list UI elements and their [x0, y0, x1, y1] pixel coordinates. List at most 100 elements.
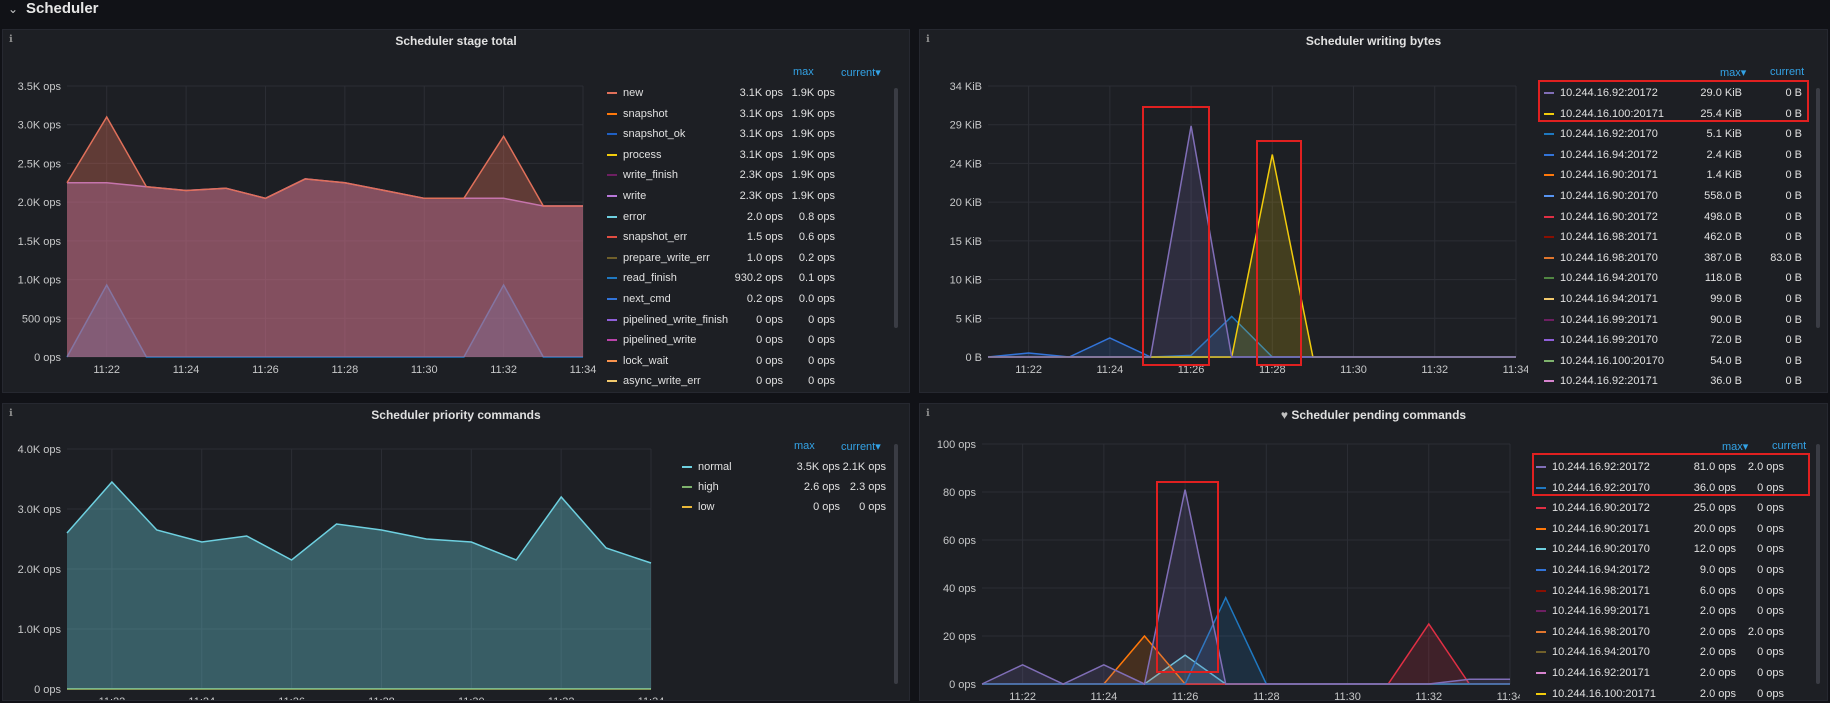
legend-scrollbar[interactable]: [894, 444, 898, 684]
legend-current-header[interactable]: current▾: [841, 440, 881, 453]
legend-item[interactable]: 10.244.16.92:20170 5.1 KiB 0 B: [1540, 125, 1825, 143]
x-tick-label: 11:22: [1015, 364, 1042, 376]
legend-item[interactable]: 10.244.16.98:20171 462.0 B0 B: [1540, 228, 1825, 246]
row-header[interactable]: ⌄ Scheduler: [0, 0, 1830, 22]
legend-series-name: 10.244.16.94:20170: [1560, 272, 1658, 285]
plot-area[interactable]: 4.0K ops 3.0K ops 2.0K ops 1.0K ops 0 ops 11:…: [3, 424, 668, 701]
legend-max-header[interactable]: max▾: [1720, 66, 1746, 79]
legend-item[interactable]: read_finish 930.2 ops 0.1 ops: [603, 269, 893, 287]
y-tick-label: 60 ops: [943, 535, 977, 547]
legend-current-value: 0 B: [1785, 87, 1802, 99]
x-tick-label: 11:32: [548, 696, 575, 701]
legend-series-name: high: [698, 481, 719, 493]
legend-item[interactable]: snapshot 3.1K ops 1.9K ops: [603, 105, 893, 123]
legend-scrollbar[interactable]: [1816, 444, 1820, 684]
legend-swatch: [1544, 339, 1554, 342]
legend-item[interactable]: 10.244.16.92:20172 29.0 KiB 0 B: [1540, 84, 1825, 102]
legend-item[interactable]: 10.244.16.100:20170 54.0 B0 B: [1540, 352, 1825, 370]
legend-current-value: 0 B: [1785, 272, 1802, 285]
legend-item[interactable]: 10.244.16.90:20170 12.0 ops 0 ops: [1532, 540, 1822, 558]
legend-item[interactable]: 10.244.16.90:20170 558.0 B0 B: [1540, 187, 1825, 205]
heart-icon: ♥: [1280, 408, 1289, 422]
legend-swatch: [607, 256, 617, 259]
legend-item[interactable]: 10.244.16.99:20171 2.0 ops 0 ops: [1532, 602, 1822, 620]
legend-item[interactable]: process 3.1K ops 1.9K ops: [603, 146, 893, 164]
legend-item[interactable]: next_cmd 0.2 ops 0.0 ops: [603, 290, 893, 308]
legend-max-header[interactable]: max: [794, 440, 815, 452]
y-tick-label: 0 ops: [34, 684, 61, 696]
legend-max-header[interactable]: max: [793, 66, 814, 78]
legend-swatch: [607, 277, 617, 280]
panel-scheduler-priority-commands[interactable]: ℹ Scheduler priority commands 4.0K ops 3.…: [2, 403, 910, 701]
plot-area[interactable]: 3.5K ops 3.0K ops 2.5K ops 2.0K ops 1.5K ops…: [3, 52, 603, 387]
legend-item[interactable]: 10.244.16.94:20170 2.0 ops 0 ops: [1532, 643, 1822, 661]
legend-item[interactable]: 10.244.16.94:20170 118.0 B0 B: [1540, 269, 1825, 287]
legend-item[interactable]: 10.244.16.100:20171 25.4 KiB 0 B: [1540, 105, 1825, 123]
legend-item[interactable]: 10.244.16.100:20171 2.0 ops 0 ops: [1532, 685, 1822, 700]
legend-series-name: 10.244.16.99:20170: [1560, 334, 1658, 347]
legend-item[interactable]: write_finish 2.3K ops 1.9K ops: [603, 166, 893, 184]
legend-series-name: prepare_write_err: [623, 251, 710, 264]
legend-item[interactable]: 10.244.16.92:20171 2.0 ops 0 ops: [1532, 664, 1822, 682]
legend-item[interactable]: write 2.3K ops 1.9K ops: [603, 187, 893, 205]
legend-series-name: 10.244.16.98:20170: [1552, 625, 1650, 638]
legend-item[interactable]: 10.244.16.92:20172 81.0 ops 2.0 ops: [1532, 458, 1822, 476]
legend-item[interactable]: 10.244.16.94:20172 2.4 KiB 0 B: [1540, 146, 1825, 164]
x-tick-label: 11:24: [173, 364, 200, 376]
legend-item[interactable]: 10.244.16.90:20171 20.0 ops 0 ops: [1532, 520, 1822, 538]
plot-area[interactable]: 100 ops 80 ops 60 ops 40 ops 20 ops 0 ops 11:2…: [920, 424, 1520, 701]
legend-item[interactable]: prepare_write_err 1.0 ops 0.2 ops: [603, 249, 893, 267]
plot-area[interactable]: 34 KiB 29 KiB 24 KiB 20 KiB 15 KiB 10 KiB 5 Ki…: [920, 52, 1528, 387]
x-tick-label: 11:22: [1009, 691, 1036, 701]
legend-scrollbar[interactable]: [894, 88, 898, 328]
panel-title[interactable]: Scheduler writing bytes: [920, 34, 1827, 48]
legend-current-value: 0 B: [1785, 293, 1802, 305]
legend-swatch: [607, 318, 617, 321]
chevron-down-icon[interactable]: ⌄: [8, 2, 18, 16]
legend-current-header[interactable]: current: [1772, 440, 1806, 452]
legend-item[interactable]: async_write_err 0 ops 0 ops: [603, 372, 893, 390]
panel-title[interactable]: Scheduler priority commands: [3, 408, 909, 422]
x-tick-label: 11:34: [1503, 364, 1528, 376]
panel-title[interactable]: ♥ Scheduler pending commands: [920, 408, 1827, 422]
x-tick-label: 11:28: [1253, 691, 1280, 701]
legend-current-header[interactable]: current: [1770, 66, 1804, 78]
y-tick-label: 3.0K ops: [18, 120, 62, 132]
y-tick-label: 2.0K ops: [18, 197, 62, 209]
legend-item[interactable]: normal 3.5K ops 2.1K ops: [678, 458, 893, 476]
legend-item[interactable]: 10.244.16.90:20171 1.4 KiB 0 B: [1540, 166, 1825, 184]
legend-item[interactable]: new 3.1K ops 1.9K ops: [603, 84, 893, 102]
legend-item[interactable]: snapshot_ok 3.1K ops 1.9K ops: [603, 125, 893, 143]
legend-swatch: [607, 133, 617, 136]
legend-item[interactable]: 10.244.16.92:20170 36.0 ops 0 ops: [1532, 479, 1822, 497]
legend-item[interactable]: 10.244.16.98:20170 2.0 ops 2.0 ops: [1532, 623, 1822, 641]
legend-current-value: 1.9K ops: [791, 169, 835, 182]
legend-item[interactable]: 10.244.16.92:20171 36.0 B0 B: [1540, 372, 1825, 390]
legend-series-name: snapshot_err: [623, 231, 688, 244]
legend-item[interactable]: 10.244.16.90:20172 25.0 ops 0 ops: [1532, 499, 1822, 517]
legend-item[interactable]: snapshot_err 1.5 ops 0.6 ops: [603, 228, 893, 246]
legend-item[interactable]: 10.244.16.90:20172 498.0 B0 B: [1540, 208, 1825, 226]
legend-item[interactable]: 10.244.16.99:20171 90.0 B0 B: [1540, 311, 1825, 329]
legend-item[interactable]: pipelined_write_finish 0 ops 0 ops: [603, 311, 893, 329]
legend-max-header[interactable]: max▾: [1722, 440, 1748, 453]
legend-current-header[interactable]: current▾: [841, 66, 881, 79]
legend-item[interactable]: high 2.6 ops 2.3 ops: [678, 478, 893, 496]
legend-item[interactable]: pipelined_write 0 ops 0 ops: [603, 331, 893, 349]
legend-item[interactable]: 10.244.16.98:20171 6.0 ops 0 ops: [1532, 582, 1822, 600]
legend-item[interactable]: error 2.0 ops 0.8 ops: [603, 208, 893, 226]
legend-item[interactable]: 10.244.16.94:20172 9.0 ops 0 ops: [1532, 561, 1822, 579]
panel-title[interactable]: Scheduler stage total: [3, 34, 909, 48]
legend-item[interactable]: 10.244.16.98:20170 387.0 B 83.0 B: [1540, 249, 1825, 267]
legend-swatch: [1544, 298, 1554, 300]
legend-scrollbar[interactable]: [1816, 88, 1820, 328]
legend-swatch: [1536, 507, 1546, 510]
panel-scheduler-pending-commands[interactable]: ℹ ♥ Scheduler pending commands 100 ops 80…: [919, 403, 1828, 701]
panel-scheduler-writing-bytes[interactable]: ℹ Scheduler writing bytes 34 KiB 29 KiB 24…: [919, 29, 1828, 393]
legend-item[interactable]: 10.244.16.94:20171 99.0 B0 B: [1540, 290, 1825, 308]
legend-item[interactable]: 10.244.16.99:20170 72.0 B0 B: [1540, 331, 1825, 349]
legend-item[interactable]: lock_wait 0 ops 0 ops: [603, 352, 893, 370]
legend-swatch: [1536, 589, 1546, 592]
panel-scheduler-stage-total[interactable]: ℹ Scheduler stage total 3.5K ops 3.0K ops…: [2, 29, 910, 393]
legend-item[interactable]: low 0 ops 0 ops: [678, 498, 893, 516]
